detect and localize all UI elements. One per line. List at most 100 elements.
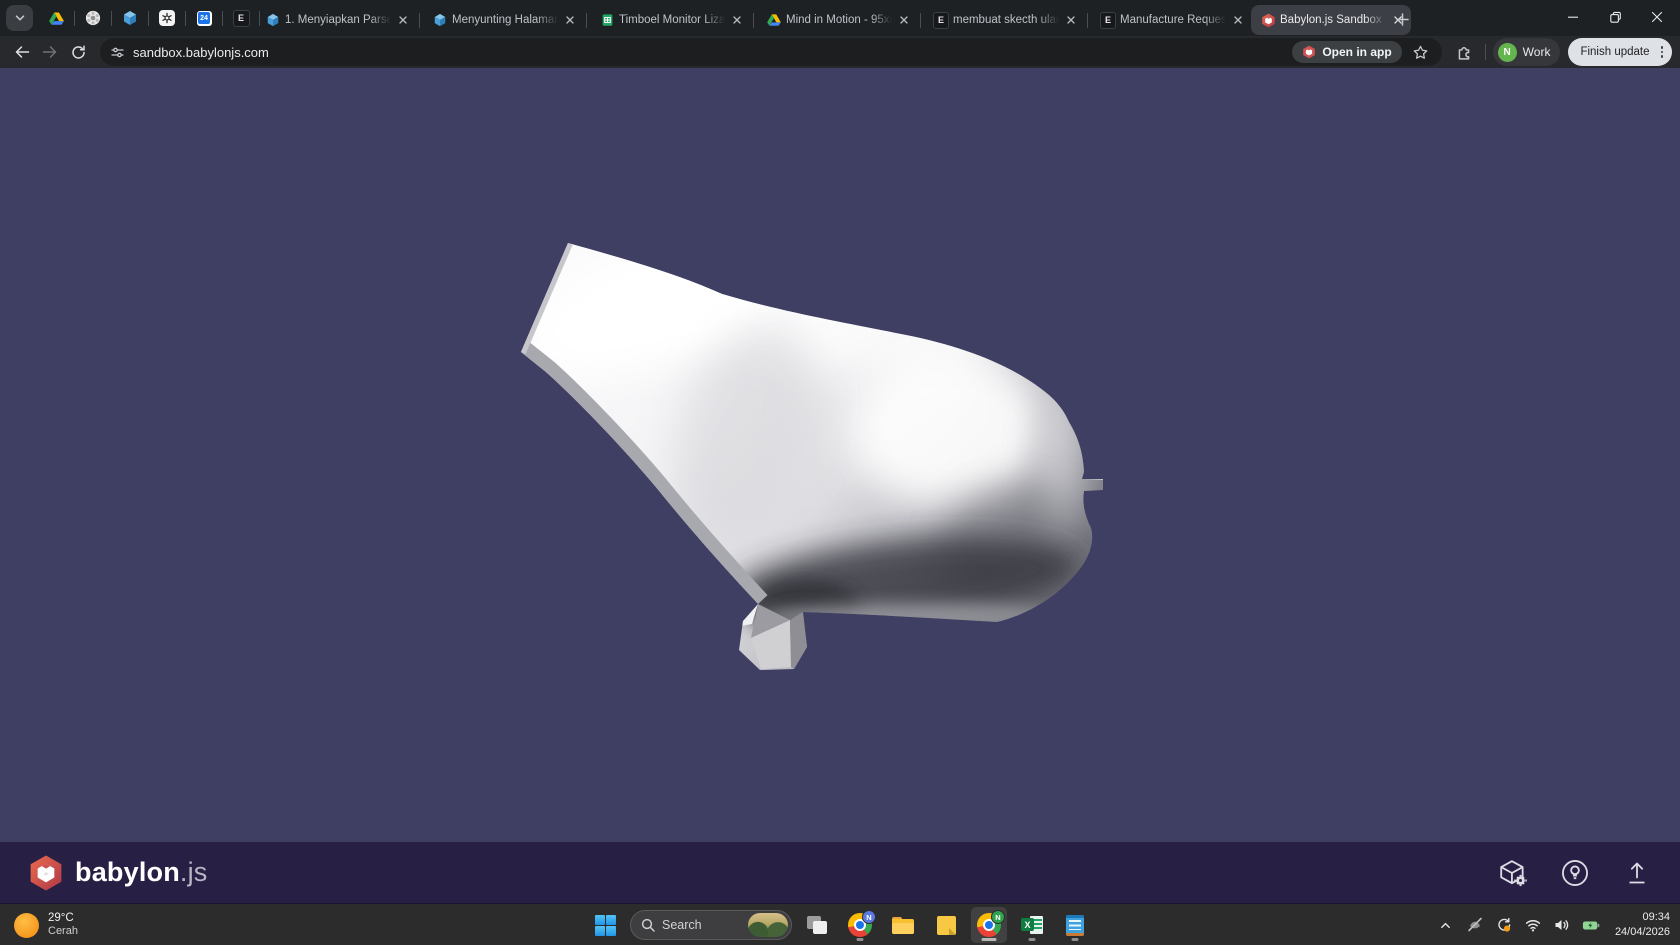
restore-button[interactable] xyxy=(1594,0,1636,34)
star-icon xyxy=(1413,45,1428,60)
tab-close-icon[interactable] xyxy=(395,12,411,28)
tab-close-icon[interactable] xyxy=(562,12,578,28)
volume-tray-icon[interactable] xyxy=(1553,916,1571,934)
taskbar-clock[interactable]: 09:34 24/04/2026 xyxy=(1615,910,1670,940)
lightbulb-button[interactable] xyxy=(1560,858,1590,888)
folder-icon xyxy=(892,917,914,934)
tab-membuat-sketch[interactable]: E membuat skecth ulang xyxy=(924,5,1084,35)
pinned-tab-drive[interactable] xyxy=(41,5,71,31)
wifi-tray-icon[interactable] xyxy=(1524,916,1542,934)
window-controls xyxy=(1552,0,1678,34)
profile-button[interactable]: N Work xyxy=(1493,38,1561,66)
tab-title: Babylon.js Sandbox - TC xyxy=(1280,14,1386,26)
weather-widget[interactable]: 29°C Cerah xyxy=(14,904,78,945)
tab-title: Timboel Monitor Lizard xyxy=(619,14,725,26)
file-explorer-button[interactable] xyxy=(885,907,921,943)
site-info-icon[interactable] xyxy=(110,45,125,60)
babylon-brand: babylon.js xyxy=(28,854,208,892)
hidden-icons-chevron[interactable] xyxy=(1437,916,1455,934)
finish-update-button[interactable]: Finish update xyxy=(1568,38,1672,66)
device-disabled-tray-icon[interactable] xyxy=(1466,916,1484,934)
tab-title: Mind in Motion - 95x69 xyxy=(786,14,892,26)
pinned-tab-chatgpt[interactable] xyxy=(152,5,182,31)
tab-close-icon[interactable] xyxy=(1230,12,1246,28)
drive-icon xyxy=(49,12,64,25)
e-app-icon: E xyxy=(233,10,250,27)
forward-button[interactable] xyxy=(36,38,64,66)
clock-time: 09:34 xyxy=(1615,910,1670,925)
pinned-tab-e[interactable]: E xyxy=(226,5,256,31)
chrome-profile1-button[interactable]: N xyxy=(842,907,878,943)
separator xyxy=(222,11,223,26)
windows-taskbar: 29°C Cerah Search N xyxy=(0,903,1680,945)
separator xyxy=(920,13,921,28)
tab-close-icon[interactable] xyxy=(729,12,745,28)
new-tab-button[interactable] xyxy=(1390,7,1414,31)
sync-icon xyxy=(1496,917,1512,933)
separator xyxy=(419,13,420,28)
chevron-down-icon xyxy=(14,12,26,24)
tab-search-button[interactable] xyxy=(6,5,33,31)
taskbar-search[interactable]: Search xyxy=(630,910,792,940)
reload-icon xyxy=(71,45,86,60)
open-in-app-button[interactable]: Open in app xyxy=(1292,41,1401,63)
calendar-day-label: 24 xyxy=(198,12,210,24)
battery-tray-icon[interactable] xyxy=(1582,916,1600,934)
separator xyxy=(185,11,186,26)
close-window-button[interactable] xyxy=(1636,0,1678,34)
tab-manufacture-request[interactable]: E Manufacture Request fo xyxy=(1091,5,1251,35)
pinned-tab-bluebox[interactable] xyxy=(115,5,145,31)
tab-close-icon[interactable] xyxy=(1063,12,1079,28)
upload-button[interactable] xyxy=(1622,858,1652,888)
address-bar[interactable]: sandbox.babylonjs.com Open in app xyxy=(100,38,1442,66)
extensions-button[interactable] xyxy=(1450,38,1478,66)
tab-timboel-monitor[interactable]: Timboel Monitor Lizard xyxy=(590,5,750,35)
babylon-favicon xyxy=(1260,12,1276,28)
chrome-profile2-button-active[interactable]: N xyxy=(971,907,1007,943)
back-button[interactable] xyxy=(8,38,36,66)
separator xyxy=(148,11,149,26)
sticky-notes-button[interactable] xyxy=(928,907,964,943)
running-indicator xyxy=(857,938,864,941)
reload-button[interactable] xyxy=(64,38,92,66)
drive-favicon xyxy=(766,12,782,28)
pinned-tab-aperture[interactable] xyxy=(78,5,108,31)
babylon-viewport-canvas[interactable] xyxy=(0,68,1680,842)
tabs: 1. Menyiapkan Parsel R Menyunting Halama… xyxy=(256,5,1411,35)
pinned-tab-calendar[interactable]: 24 xyxy=(189,5,219,31)
notepad-button[interactable] xyxy=(1057,907,1093,943)
profile-name: Work xyxy=(1523,45,1551,59)
plus-icon xyxy=(1396,13,1409,26)
tab-title: membuat skecth ulang xyxy=(953,14,1059,26)
notepad-icon xyxy=(1066,915,1084,936)
url-text[interactable]: sandbox.babylonjs.com xyxy=(133,45,1292,60)
start-button[interactable] xyxy=(587,907,623,943)
inspector-button[interactable] xyxy=(1498,858,1528,888)
menu-kebab-icon[interactable] xyxy=(1658,46,1667,58)
tab-menyunting-halaman[interactable]: Menyunting Halaman C xyxy=(423,5,583,35)
lightbulb-icon xyxy=(1561,859,1589,887)
excel-button[interactable]: X xyxy=(1014,907,1050,943)
tab-title: 1. Menyiapkan Parsel R xyxy=(285,14,391,26)
tab-close-icon[interactable] xyxy=(896,12,912,28)
chrome-icon: N xyxy=(977,913,1001,937)
weather-condition: Cerah xyxy=(48,925,78,939)
weather-temp: 29°C xyxy=(48,911,78,925)
bookmark-button[interactable] xyxy=(1408,39,1434,65)
tab-title: Menyunting Halaman C xyxy=(452,14,558,26)
3d-model[interactable] xyxy=(0,68,1680,842)
forward-arrow-icon xyxy=(42,45,58,59)
tab-mind-in-motion[interactable]: Mind in Motion - 95x69 xyxy=(757,5,917,35)
excel-icon: X xyxy=(1021,915,1043,935)
separator xyxy=(586,13,587,28)
update-pending-tray-icon[interactable] xyxy=(1495,916,1513,934)
tab-menyiapkan-parsel[interactable]: 1. Menyiapkan Parsel R xyxy=(256,5,416,35)
tab-babylon-sandbox-active[interactable]: Babylon.js Sandbox - TC xyxy=(1251,5,1411,35)
task-view-button[interactable] xyxy=(799,907,835,943)
slashed-icon xyxy=(1467,917,1483,933)
running-indicator xyxy=(1072,938,1079,941)
minimize-button[interactable] xyxy=(1552,0,1594,34)
browser-window: 24 E 1. Menyiapkan Parsel R Menyunting H… xyxy=(0,0,1680,945)
search-highlight-thumbnail[interactable] xyxy=(748,913,788,937)
e-favicon: E xyxy=(1100,12,1116,28)
